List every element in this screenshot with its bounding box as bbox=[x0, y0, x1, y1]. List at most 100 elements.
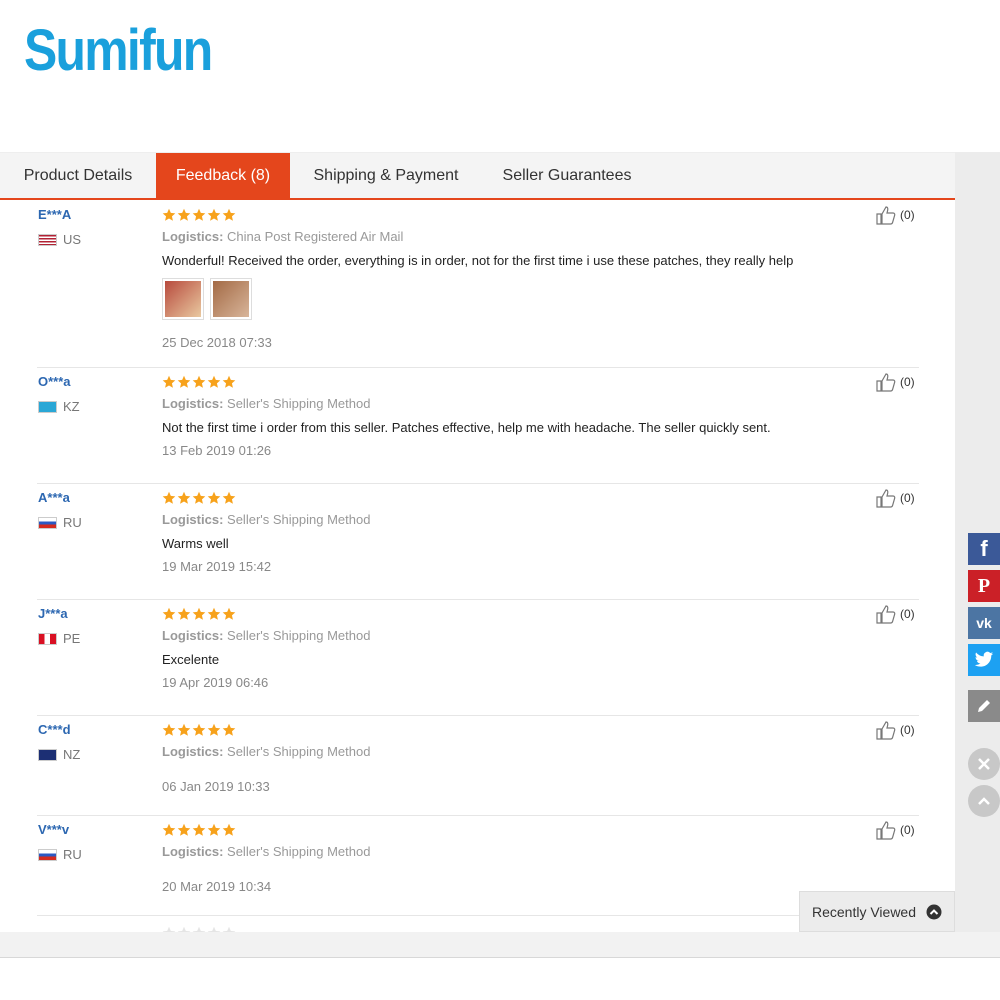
reviewer-name: J***a bbox=[38, 606, 68, 621]
helpful-count: (0) bbox=[900, 208, 915, 222]
star-icon bbox=[207, 491, 221, 504]
star-icon bbox=[207, 723, 221, 736]
logistics-info: Logistics: China Post Registered Air Mai… bbox=[162, 229, 403, 244]
thumbs-up-icon bbox=[876, 489, 896, 508]
star-icon bbox=[177, 607, 191, 620]
star-icon bbox=[162, 607, 176, 620]
star-icon bbox=[192, 723, 206, 736]
reviewer-country: KZ bbox=[38, 399, 80, 414]
country-code: PE bbox=[63, 631, 81, 646]
star-rating bbox=[162, 607, 236, 621]
star-icon bbox=[162, 375, 176, 388]
logistics-label: Logistics: bbox=[162, 844, 224, 859]
star-icon bbox=[177, 491, 191, 504]
star-rating bbox=[162, 491, 236, 505]
star-rating bbox=[162, 823, 236, 837]
review-photo-thumbnail[interactable] bbox=[162, 278, 204, 320]
brand-logo[interactable]: Sumifun bbox=[24, 20, 213, 82]
review-photo-thumbnail[interactable] bbox=[210, 278, 252, 320]
helpful-button[interactable]: (0) bbox=[876, 488, 915, 508]
review-photo bbox=[213, 281, 249, 317]
helpful-button[interactable]: (0) bbox=[876, 604, 915, 624]
reviewer-country: PE bbox=[38, 631, 80, 646]
logistics-method: Seller's Shipping Method bbox=[227, 844, 371, 859]
reviewer-name: C***d bbox=[38, 722, 71, 737]
review-divider bbox=[37, 915, 919, 916]
back-to-top-icon[interactable] bbox=[968, 785, 1000, 817]
helpful-button[interactable]: (0) bbox=[876, 205, 915, 225]
review-date: 19 Mar 2019 15:42 bbox=[162, 559, 272, 574]
logistics-method: Seller's Shipping Method bbox=[227, 396, 371, 411]
star-icon bbox=[192, 823, 206, 836]
tab-seller-guarantees[interactable]: Seller Guarantees bbox=[482, 153, 652, 199]
star-icon bbox=[222, 723, 236, 736]
helpful-count: (0) bbox=[900, 375, 915, 389]
star-icon bbox=[222, 823, 236, 836]
country-code: NZ bbox=[63, 747, 81, 762]
review-photo bbox=[165, 281, 201, 317]
star-rating bbox=[162, 208, 236, 222]
logistics-info: Logistics: Seller's Shipping Method bbox=[162, 628, 370, 643]
logistics-label: Logistics: bbox=[162, 628, 224, 643]
helpful-button[interactable]: (0) bbox=[876, 720, 915, 740]
twitter-icon[interactable] bbox=[968, 644, 1000, 676]
pinterest-glyph: P bbox=[977, 574, 991, 597]
review-item: O***a KZ Logistics: Seller's Shipping Meth… bbox=[0, 367, 955, 483]
close-x-shape bbox=[978, 758, 990, 770]
thumbs-up-icon bbox=[876, 721, 896, 740]
reviewer-name: E***A bbox=[38, 207, 72, 222]
feedback-list: E***A US Logistics: China Post Registered … bbox=[0, 200, 955, 932]
star-icon bbox=[222, 607, 236, 620]
logistics-method: Seller's Shipping Method bbox=[227, 628, 371, 643]
chevron-up-circle-icon bbox=[926, 904, 942, 919]
helpful-count: (0) bbox=[900, 823, 915, 837]
helpful-count: (0) bbox=[900, 491, 915, 505]
star-icon bbox=[192, 375, 206, 388]
flag-icon bbox=[38, 748, 57, 761]
reviewer-country: US bbox=[38, 232, 81, 247]
tab-feedback[interactable]: Feedback (8) bbox=[156, 153, 290, 199]
tab-product-details[interactable]: Product Details bbox=[0, 153, 156, 199]
star-icon bbox=[177, 375, 191, 388]
review-date: 20 Mar 2019 10:34 bbox=[162, 879, 272, 894]
reviewer-country: RU bbox=[38, 515, 82, 530]
pinterest-icon[interactable]: P bbox=[968, 570, 1000, 602]
star-icon bbox=[162, 491, 176, 504]
review-date: 13 Feb 2019 01:26 bbox=[162, 443, 272, 458]
helpful-button[interactable]: (0) bbox=[876, 372, 915, 392]
recently-viewed-label: Recently Viewed bbox=[811, 903, 917, 920]
flag-icon bbox=[38, 400, 57, 413]
vk-icon[interactable]: vk bbox=[968, 607, 1000, 639]
facebook-glyph: f bbox=[980, 536, 988, 561]
chevron-up-shape bbox=[978, 797, 990, 805]
review-date: 25 Dec 2018 07:33 bbox=[162, 335, 272, 350]
logistics-info: Logistics: Seller's Shipping Method bbox=[162, 396, 370, 411]
logistics-method: China Post Registered Air Mail bbox=[227, 229, 404, 244]
country-code: RU bbox=[63, 847, 82, 862]
tab-shipping-payment[interactable]: Shipping & Payment bbox=[290, 153, 482, 199]
star-icon bbox=[177, 823, 191, 836]
helpful-button[interactable]: (0) bbox=[876, 820, 915, 840]
recently-viewed-button[interactable]: Recently Viewed bbox=[799, 891, 955, 932]
flag-icon bbox=[38, 516, 57, 529]
review-item: J***a PE Logistics: Seller's Shipping Meth… bbox=[0, 599, 955, 715]
star-rating bbox=[162, 375, 236, 389]
star-icon bbox=[207, 208, 221, 221]
thumbs-up-icon bbox=[876, 373, 896, 392]
close-icon[interactable] bbox=[968, 748, 1000, 780]
logistics-label: Logistics: bbox=[162, 744, 224, 759]
review-text: Warms well bbox=[162, 536, 229, 551]
edit-icon[interactable] bbox=[968, 690, 1000, 722]
review-text: Not the first time i order from this sel… bbox=[162, 420, 771, 435]
logistics-info: Logistics: Seller's Shipping Method bbox=[162, 744, 370, 759]
review-photos bbox=[162, 278, 252, 320]
star-icon bbox=[222, 208, 236, 221]
logistics-label: Logistics: bbox=[162, 396, 224, 411]
reviewer-name: O***a bbox=[38, 374, 71, 389]
star-rating bbox=[162, 723, 236, 737]
facebook-icon[interactable]: f bbox=[968, 533, 1000, 565]
logistics-label: Logistics: bbox=[162, 512, 224, 527]
star-icon bbox=[207, 607, 221, 620]
star-icon bbox=[207, 823, 221, 836]
review-date: 19 Apr 2019 06:46 bbox=[162, 675, 269, 690]
